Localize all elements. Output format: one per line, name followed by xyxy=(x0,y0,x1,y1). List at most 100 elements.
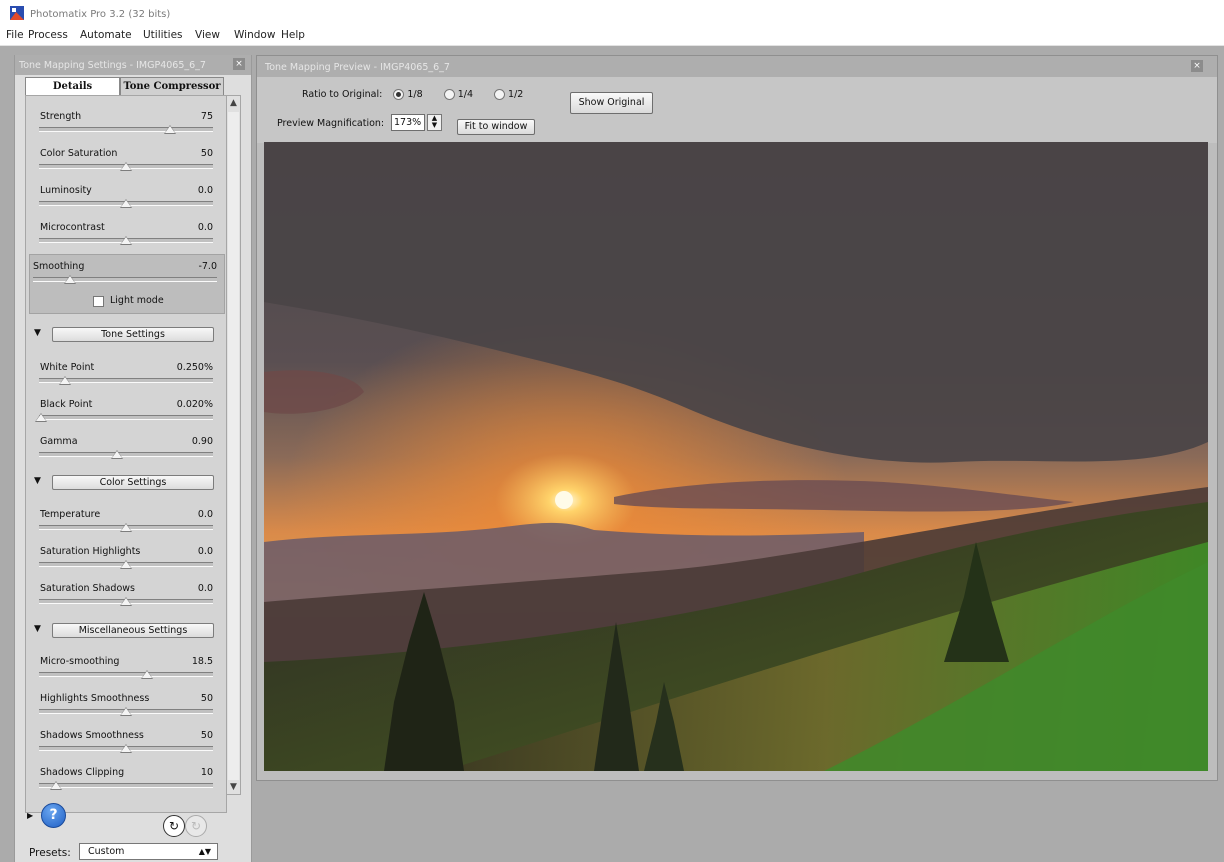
slider-label: Saturation Highlights xyxy=(40,546,141,557)
undo-icon[interactable]: ↻ xyxy=(163,815,185,837)
menu-help[interactable]: Help xyxy=(281,29,305,41)
micro-smoothing-slider[interactable]: Micro-smoothing 18.5 xyxy=(26,656,226,692)
slider-thumb[interactable] xyxy=(120,523,132,532)
magnification-stepper[interactable]: ▲ ▼ xyxy=(427,114,442,131)
highlights-smoothness-slider[interactable]: Highlights Smoothness 50 xyxy=(26,693,226,729)
menu-utilities[interactable]: Utilities xyxy=(143,29,183,41)
slider-thumb[interactable] xyxy=(63,275,76,284)
color-settings-collapse-icon[interactable]: ▼ xyxy=(34,476,41,486)
black-point-slider[interactable]: Black Point 0.020% xyxy=(26,399,226,435)
slider-label: Gamma xyxy=(40,436,78,447)
slider-label: Luminosity xyxy=(40,185,92,196)
menu-bar: File Process Automate Utilities View Win… xyxy=(0,26,1224,46)
settings-close-icon[interactable]: × xyxy=(233,58,245,70)
slider-thumb[interactable] xyxy=(50,781,63,790)
ratio-option-1-4[interactable]: 1/4 xyxy=(443,89,473,100)
temperature-slider[interactable]: Temperature 0.0 xyxy=(26,509,226,545)
slider-thumb[interactable] xyxy=(59,376,72,385)
menu-view[interactable]: View xyxy=(195,29,220,41)
shadows-smoothness-slider[interactable]: Shadows Smoothness 50 xyxy=(26,730,226,766)
strength-slider[interactable]: Strength 75 xyxy=(26,111,226,147)
preview-controls: Ratio to Original: 1/8 1/4 1/2 Show Orig… xyxy=(257,77,1217,143)
microcontrast-slider[interactable]: Microcontrast 0.0 xyxy=(26,222,226,258)
slider-value: 0.020% xyxy=(176,399,213,410)
scroll-up-icon[interactable]: ▲ xyxy=(227,96,240,110)
slider-track[interactable] xyxy=(39,672,213,677)
slider-value: 0.0 xyxy=(197,222,213,233)
misc-settings-button[interactable]: Miscellaneous Settings xyxy=(52,623,214,638)
slider-value: 50 xyxy=(200,148,213,159)
slider-label: Strength xyxy=(40,111,82,122)
smoothing-slider[interactable]: Smoothing -7.0 xyxy=(27,261,221,297)
magnification-input[interactable]: 173% xyxy=(391,114,425,131)
saturation-highlights-slider[interactable]: Saturation Highlights 0.0 xyxy=(26,546,226,582)
sun xyxy=(555,491,573,509)
settings-pane-title: Tone Mapping Settings - IMGP4065_6_7 xyxy=(19,60,206,71)
scroll-down-icon[interactable]: ▼ xyxy=(227,780,240,794)
expand-arrow-icon[interactable]: ▶ xyxy=(27,811,33,820)
slider-thumb[interactable] xyxy=(120,744,132,753)
tab-details-enhancer[interactable]: Details Enhancer xyxy=(25,77,120,109)
slider-track[interactable] xyxy=(39,783,213,788)
slider-track[interactable] xyxy=(39,415,213,420)
light-mode-checkbox[interactable] xyxy=(93,296,104,307)
radio-icon[interactable] xyxy=(494,89,506,100)
slider-thumb[interactable] xyxy=(111,450,124,459)
tab-tone-compressor[interactable]: Tone Compressor xyxy=(120,77,224,95)
radio-icon[interactable] xyxy=(443,89,455,100)
settings-scrollbar[interactable]: ▲ ▼ xyxy=(226,95,241,795)
slider-value: 50 xyxy=(200,730,213,741)
preview-pane-header: Tone Mapping Preview - IMGP4065_6_7 × xyxy=(257,56,1217,77)
presets-selected-value: Custom xyxy=(88,846,125,857)
scrollbar-thumb[interactable] xyxy=(228,112,239,780)
slider-label: Highlights Smoothness xyxy=(40,693,150,704)
menu-automate[interactable]: Automate xyxy=(80,29,132,41)
presets-dropdown[interactable]: Custom ▲▼ xyxy=(79,843,218,860)
misc-settings-collapse-icon[interactable]: ▼ xyxy=(34,624,41,634)
gamma-slider[interactable]: Gamma 0.90 xyxy=(26,436,226,472)
ratio-to-original-group: Ratio to Original: 1/8 1/4 1/2 xyxy=(302,89,523,100)
tone-settings-collapse-icon[interactable]: ▼ xyxy=(34,328,41,338)
slider-track[interactable] xyxy=(39,127,213,132)
tone-settings-button[interactable]: Tone Settings xyxy=(52,327,214,342)
radio-selected-icon[interactable] xyxy=(393,89,405,100)
slider-label: Color Saturation xyxy=(40,148,118,159)
shadows-clipping-slider[interactable]: Shadows Clipping 10 xyxy=(26,767,226,803)
slider-value: 0.90 xyxy=(191,436,213,447)
slider-thumb[interactable] xyxy=(163,125,176,134)
slider-value: 0.0 xyxy=(197,509,213,520)
fit-to-window-button[interactable]: Fit to window xyxy=(457,119,535,135)
slider-thumb[interactable] xyxy=(34,413,47,422)
slider-label: Micro-smoothing xyxy=(40,656,120,667)
menu-window[interactable]: Window xyxy=(234,29,275,41)
window-title: Photomatix Pro 3.2 (32 bits) xyxy=(30,9,171,20)
slider-track[interactable] xyxy=(39,452,213,457)
slider-track[interactable] xyxy=(33,277,217,282)
saturation-shadows-slider[interactable]: Saturation Shadows 0.0 xyxy=(26,583,226,619)
color-saturation-slider[interactable]: Color Saturation 50 xyxy=(26,148,226,184)
light-mode-label: Light mode xyxy=(110,295,164,306)
white-point-slider[interactable]: White Point 0.250% xyxy=(26,362,226,398)
slider-label: Shadows Clipping xyxy=(40,767,125,778)
slider-label: Temperature xyxy=(40,509,101,520)
menu-process[interactable]: Process xyxy=(28,29,68,41)
slider-value: 0.0 xyxy=(197,185,213,196)
slider-thumb[interactable] xyxy=(120,162,132,171)
slider-thumb[interactable] xyxy=(140,670,153,679)
slider-thumb[interactable] xyxy=(120,707,132,716)
luminosity-slider[interactable]: Luminosity 0.0 xyxy=(26,185,226,221)
slider-thumb[interactable] xyxy=(120,199,132,208)
ratio-label: Ratio to Original: xyxy=(302,89,383,100)
preview-close-icon[interactable]: × xyxy=(1191,60,1203,72)
slider-thumb[interactable] xyxy=(120,597,132,606)
show-original-button[interactable]: Show Original xyxy=(570,92,653,114)
slider-thumb[interactable] xyxy=(120,236,132,245)
tone-mapping-settings-panel: Tone Mapping Settings - IMGP4065_6_7 × D… xyxy=(14,55,252,862)
title-bar: Photomatix Pro 3.2 (32 bits) xyxy=(0,0,1224,26)
menu-file[interactable]: File xyxy=(6,29,24,41)
help-icon[interactable]: ? xyxy=(41,803,66,828)
slider-thumb[interactable] xyxy=(120,560,132,569)
color-settings-button[interactable]: Color Settings xyxy=(52,475,214,490)
ratio-option-1-2[interactable]: 1/2 xyxy=(494,89,523,100)
ratio-option-1-8[interactable]: 1/8 xyxy=(393,89,423,100)
